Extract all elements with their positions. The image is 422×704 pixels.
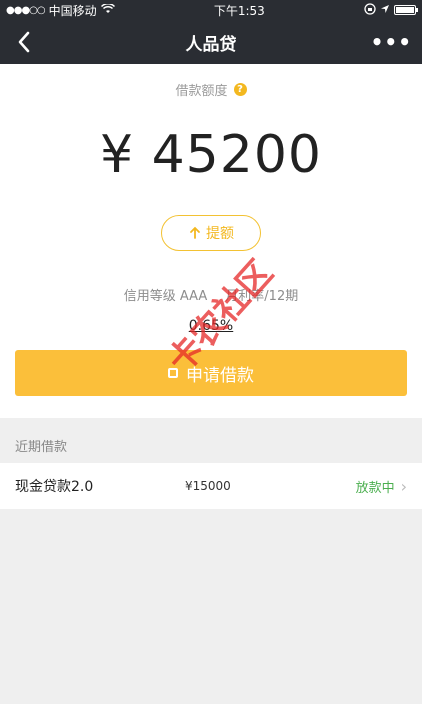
battery-icon (393, 5, 418, 15)
loan-period: 月利率/12期 (225, 289, 299, 304)
carrier-name: 中国移动 (48, 3, 97, 18)
loan-amount: ¥15000 (185, 479, 231, 493)
chevron-right-icon: › (400, 476, 407, 496)
recent-loans-header: 近期借款 (15, 440, 68, 455)
nav-bar: 人品贷 ••• (0, 20, 422, 64)
status-right (364, 2, 418, 18)
more-menu-button[interactable]: ••• (371, 30, 412, 54)
credit-info-row: 信用等级 AAA 月利率/12期 (0, 285, 422, 304)
apply-icon (168, 368, 178, 378)
rotation-lock-icon (364, 2, 376, 18)
credit-grade: 信用等级 AAA (123, 289, 208, 304)
back-button[interactable] (10, 28, 38, 56)
raise-limit-button[interactable]: 提额 (161, 215, 261, 251)
location-arrow-icon (380, 3, 390, 17)
raise-limit-label: 提额 (206, 226, 234, 242)
status-time: 下午1:53 (213, 3, 265, 18)
interest-rate[interactable]: 0.65% (0, 318, 422, 334)
loan-status: 放款中 (355, 480, 395, 496)
chevron-left-icon (18, 31, 30, 53)
wifi-icon (100, 2, 115, 17)
credit-card: 借款额度 ? ¥ 45200 提额 信用等级 AAA 月利率/12期 0.65%… (0, 64, 422, 418)
credit-amount: ¥ 45200 (99, 125, 323, 185)
arrow-up-icon (190, 226, 200, 239)
list-item[interactable]: 现金贷款2.0 ¥15000 放款中 › (0, 463, 422, 509)
page-title: 人品贷 (185, 34, 237, 55)
credit-label-row: 借款额度 ? (0, 80, 422, 99)
screen: ●●●○○ 中国移动 下午1:53 人品贷 ••• 借款额度 ? ¥ 45200… (0, 0, 422, 704)
status-bar: ●●●○○ 中国移动 下午1:53 (0, 0, 422, 20)
help-icon[interactable]: ? (233, 83, 247, 96)
status-left: ●●●○○ 中国移动 (6, 2, 115, 19)
signal-icon: ●●●○○ (6, 4, 46, 16)
apply-loan-label: 申请借款 (186, 365, 254, 386)
apply-loan-button[interactable]: 申请借款 (15, 350, 407, 396)
loan-name: 现金贷款2.0 (15, 479, 94, 495)
credit-label: 借款额度 (175, 84, 228, 99)
